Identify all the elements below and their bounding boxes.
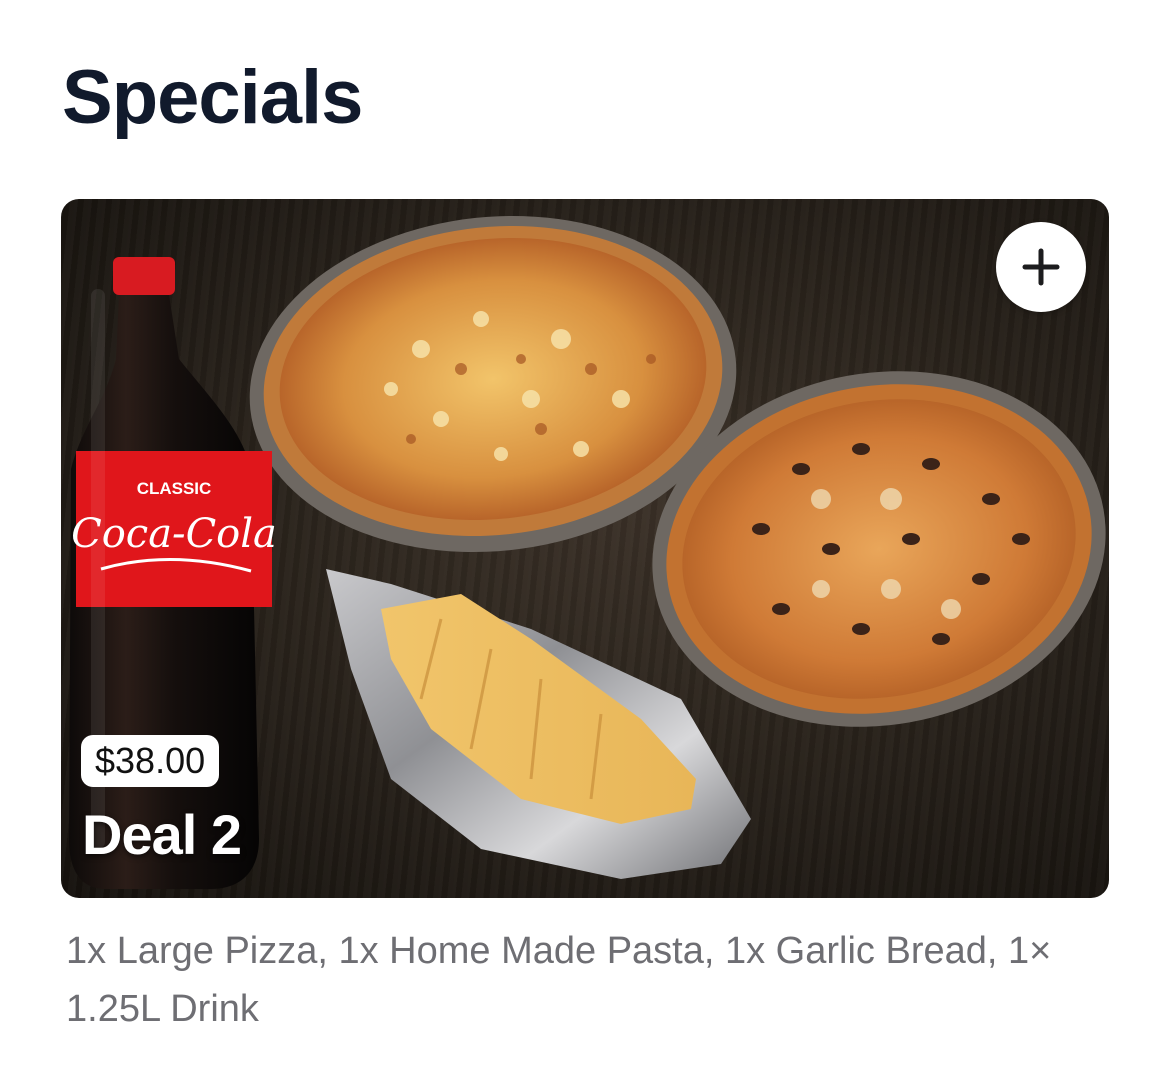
price-badge: $38.00 — [81, 735, 220, 787]
cola-bottle-image: CLASSIC Coca-Cola — [69, 257, 277, 889]
deal-name: Deal 2 — [82, 803, 242, 866]
plus-icon — [1022, 248, 1060, 286]
deal-description: 1x Large Pizza, 1x Home Made Pasta, 1x G… — [66, 930, 1052, 1030]
deal-image: CLASSIC Coca-Cola — [69, 215, 1106, 889]
section-title: Specials — [62, 55, 363, 140]
add-to-cart-button[interactable] — [996, 222, 1086, 312]
label-classic: CLASSIC — [137, 479, 212, 498]
deal-card[interactable]: CLASSIC Coca-Cola $38.00 Deal 2 — [61, 199, 1109, 898]
